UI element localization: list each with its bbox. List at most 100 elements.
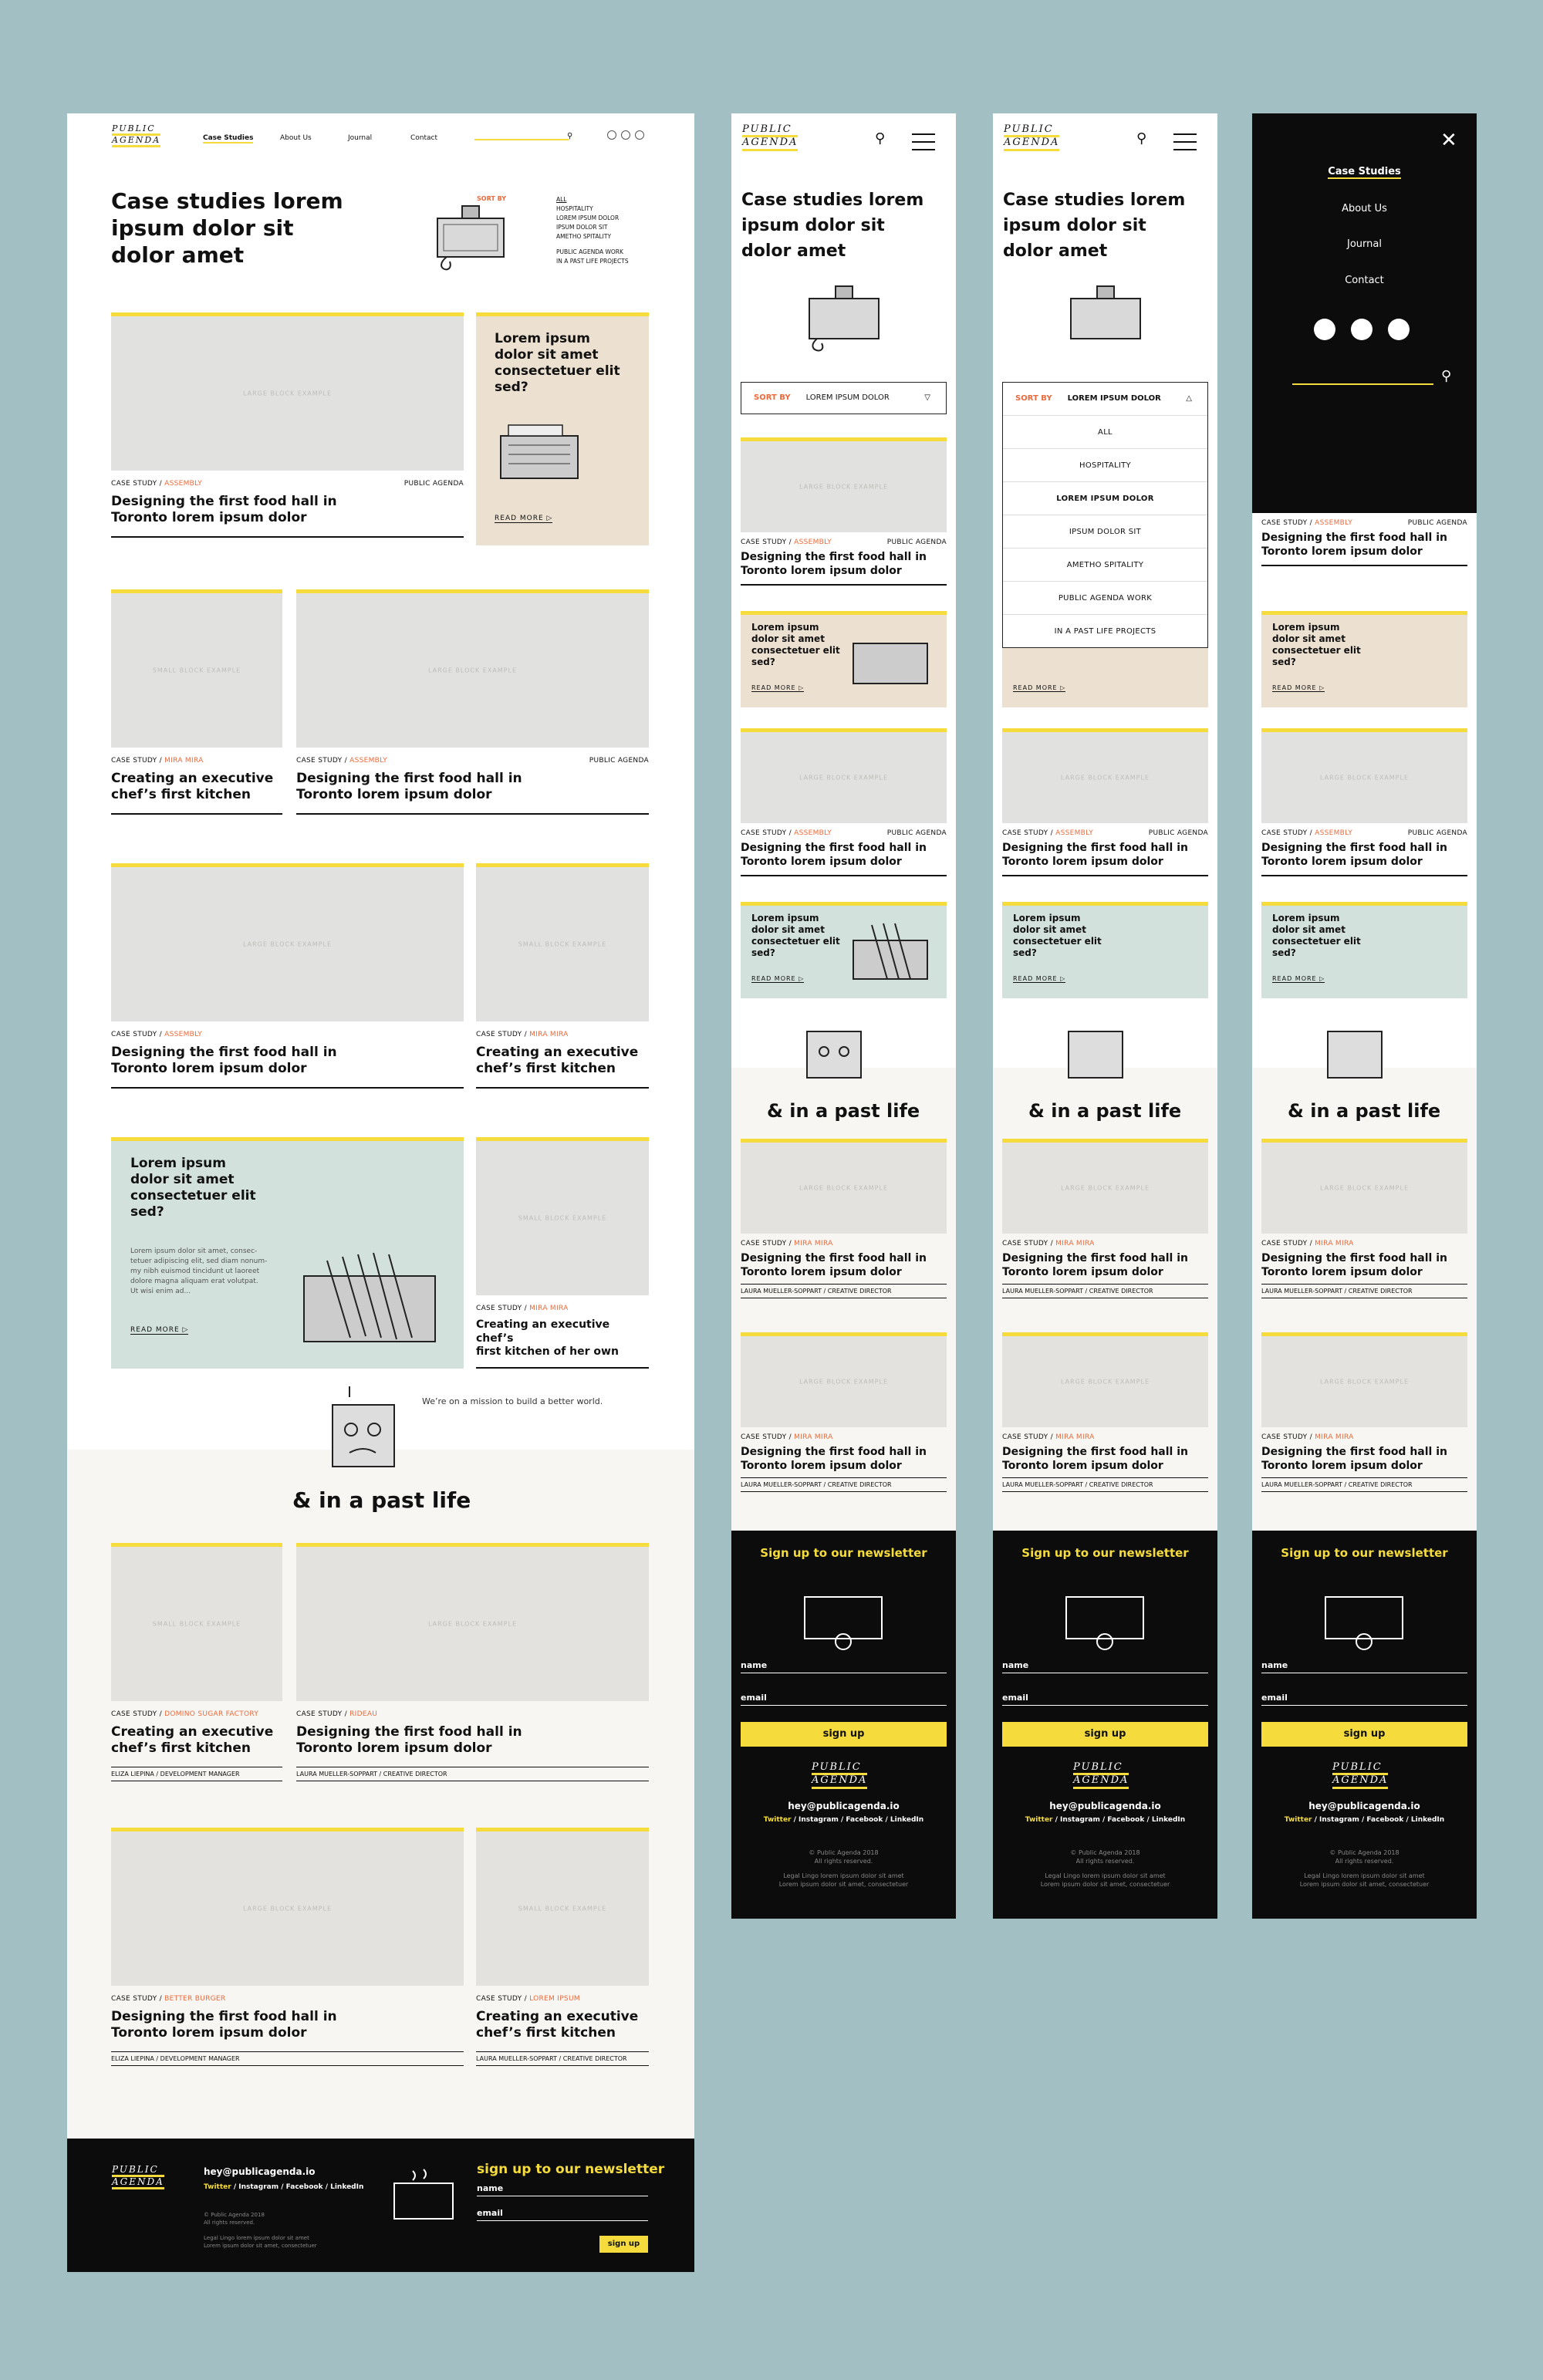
case-card[interactable]: LARGE BLOCK EXAMPLE CASE STUDY / MIRA MI… [1261, 1139, 1467, 1298]
sort-options[interactable]: ALL HOSPITALITY LOREM IPSUM DOLOR IPSUM … [556, 195, 629, 266]
menu-item-case-studies[interactable]: Case Studies [1252, 166, 1477, 179]
dropdown-option[interactable]: PUBLIC AGENDA WORK [1003, 581, 1207, 614]
menu-item-about[interactable]: About Us [1252, 203, 1477, 214]
promo-card[interactable]: Lorem ipsum dolor sit amet consectetuer el… [1002, 902, 1208, 998]
case-card[interactable]: SMALL BLOCK EXAMPLE CASE STUDY / LOREM I… [476, 1828, 649, 2066]
read-more-link[interactable]: READ MORE ▷ [1272, 975, 1325, 983]
close-icon[interactable]: ✕ [1440, 129, 1457, 152]
newsletter-name-input[interactable]: name [477, 2183, 648, 2196]
footer-socials[interactable]: Twitter / Instagram / Facebook / LinkedI… [204, 2183, 363, 2191]
nav-contact[interactable]: Contact [410, 134, 437, 142]
case-card[interactable]: LARGE BLOCK EXAMPLE CASE STUDY / MIRA MI… [1002, 1139, 1208, 1298]
signup-button[interactable]: sign up [741, 1722, 947, 1747]
case-card[interactable]: LARGE BLOCK EXAMPLE CASE STUDY / MIRA MI… [741, 1139, 947, 1298]
sort-option[interactable]: AMETHO SPITALITY [556, 232, 629, 241]
newsletter-email-input[interactable]: email [1261, 1693, 1467, 1706]
case-card[interactable]: LARGE BLOCK EXAMPLE CASE STUDY / ASSEMBL… [741, 437, 947, 586]
footer-socials[interactable]: Twitter / Instagram / Facebook / LinkedI… [731, 1816, 956, 1824]
case-card[interactable]: LARGE BLOCK EXAMPLE CASE STUDY / ASSEMBL… [296, 589, 649, 815]
case-card[interactable]: SMALL BLOCK EXAMPLE CASE STUDY / MIRA MI… [476, 1137, 649, 1369]
footer-socials[interactable]: Twitter / Instagram / Facebook / LinkedI… [1252, 1816, 1477, 1824]
menu-item-contact[interactable]: Contact [1252, 275, 1477, 286]
newsletter-email-input[interactable]: email [741, 1693, 947, 1706]
dropdown-option[interactable]: IPSUM DOLOR SIT [1003, 515, 1207, 548]
social-icon-3[interactable] [635, 130, 644, 140]
case-card[interactable]: SMALL BLOCK EXAMPLE CASE STUDY / MIRA MI… [476, 863, 649, 1089]
nav-case-studies[interactable]: Case Studies [203, 134, 254, 143]
case-card[interactable]: LARGE BLOCK EXAMPLE CASE STUDY / MIRA MI… [1002, 1332, 1208, 1492]
footer-logo[interactable]: PUBLIC AGENDA [1332, 1761, 1389, 1789]
footer-logo[interactable]: PUBLIC AGENDA [1073, 1761, 1129, 1789]
sort-option[interactable]: IN A PAST LIFE PROJECTS [556, 257, 629, 266]
social-icon-3[interactable] [1388, 319, 1410, 340]
social-icon-2[interactable] [621, 130, 630, 140]
nav-about[interactable]: About Us [280, 134, 312, 142]
case-card[interactable]: SMALL BLOCK EXAMPLE CASE STUDY / DOMINO … [111, 1543, 282, 1781]
search-icon[interactable]: ⚲ [1136, 130, 1146, 147]
promo-card[interactable]: Lorem ipsum dolor sit amet consectetuer el… [1261, 611, 1467, 707]
search-icon[interactable]: ⚲ [1441, 368, 1451, 384]
promo-card[interactable]: Lorem ipsum dolor sit amet consectetuer el… [741, 902, 947, 998]
menu-icon[interactable] [1173, 133, 1197, 157]
read-more-link[interactable]: READ MORE ▷ [751, 975, 805, 983]
signup-button[interactable]: sign up [1261, 1722, 1467, 1747]
search-input[interactable] [474, 139, 569, 140]
dropdown-option[interactable]: ALL [1003, 415, 1207, 448]
case-card[interactable]: LARGE BLOCK EXAMPLE CASE STUDY / ASSEMBL… [1261, 728, 1467, 876]
case-card[interactable]: LARGE BLOCK EXAMPLE CASE STUDY / ASSEMBL… [1002, 728, 1208, 876]
newsletter-email-input[interactable]: email [1002, 1693, 1208, 1706]
social-icon-1[interactable] [607, 130, 616, 140]
promo-card[interactable]: Lorem ipsum dolor sit amet consectetuer el… [1261, 902, 1467, 998]
dropdown-option[interactable]: AMETHO SPITALITY [1003, 548, 1207, 581]
promo-card[interactable]: Lorem ipsum dolor sit amet consectetuer el… [476, 312, 649, 545]
footer-email[interactable]: hey@publicagenda.io [993, 1801, 1217, 1811]
footer-email[interactable]: hey@publicagenda.io [204, 2166, 316, 2177]
case-card[interactable]: LARGE BLOCK EXAMPLE CASE STUDY / BETTER … [111, 1828, 464, 2066]
read-more-link[interactable]: READ MORE ▷ [1272, 684, 1325, 692]
case-card[interactable]: LARGE BLOCK EXAMPLE CASE STUDY / ASSEMBL… [111, 312, 464, 538]
footer-logo[interactable]: PUBLIC AGENDA [812, 1761, 868, 1789]
menu-item-journal[interactable]: Journal [1252, 238, 1477, 250]
logo[interactable]: PUBLIC AGENDA [742, 123, 799, 151]
read-more-link[interactable]: READ MORE ▷ [495, 515, 553, 523]
newsletter-name-input[interactable]: name [1261, 1660, 1467, 1673]
logo[interactable]: PUBLIC AGENDA [1004, 123, 1060, 151]
read-more-link[interactable]: READ MORE ▷ [130, 1326, 189, 1335]
dropdown-option[interactable]: HOSPITALITY [1003, 448, 1207, 481]
read-more-link[interactable]: READ MORE ▷ [1013, 975, 1066, 983]
sort-option[interactable]: PUBLIC AGENDA WORK [556, 248, 629, 257]
promo-card[interactable]: Lorem ipsum dolor sit amet consectetuer el… [741, 611, 947, 707]
signup-button[interactable]: sign up [1002, 1722, 1208, 1747]
read-more-link[interactable]: READ MORE ▷ [751, 684, 805, 692]
search-icon[interactable]: ⚲ [875, 130, 885, 147]
signup-button[interactable]: sign up [599, 2236, 648, 2253]
newsletter-name-input[interactable]: name [741, 1660, 947, 1673]
dropdown-option-selected[interactable]: LOREM IPSUM DOLOR [1003, 481, 1207, 515]
menu-icon[interactable] [912, 133, 935, 157]
search-icon[interactable]: ⚲ [567, 132, 572, 140]
dropdown-option[interactable]: IN A PAST LIFE PROJECTS [1003, 614, 1207, 647]
menu-search-input[interactable] [1292, 383, 1433, 385]
social-icon-1[interactable] [1314, 319, 1335, 340]
social-icon-2[interactable] [1351, 319, 1372, 340]
footer-email[interactable]: hey@publicagenda.io [731, 1801, 956, 1811]
case-card[interactable]: LARGE BLOCK EXAMPLE CASE STUDY / MIRA MI… [1261, 1332, 1467, 1492]
sort-option[interactable]: LOREM IPSUM DOLOR [556, 214, 629, 223]
case-card[interactable]: LARGE BLOCK EXAMPLE CASE STUDY / RIDEAU … [296, 1543, 649, 1781]
case-card[interactable]: LARGE BLOCK EXAMPLE CASE STUDY / MIRA MI… [741, 1332, 947, 1492]
sort-dropdown[interactable]: SORT BY LOREM IPSUM DOLOR ▽ [741, 382, 947, 414]
newsletter-email-input[interactable]: email [477, 2208, 648, 2221]
case-card[interactable]: LARGE BLOCK EXAMPLE CASE STUDY / ASSEMBL… [741, 728, 947, 876]
case-card[interactable]: LARGE BLOCK EXAMPLE CASE STUDY / ASSEMBL… [111, 863, 464, 1089]
logo[interactable]: PUBLIC AGENDA [112, 123, 161, 148]
promo-card[interactable]: Lorem ipsum dolor sit amet consectetuer el… [111, 1137, 464, 1369]
footer-logo[interactable]: PUBLIC AGENDA [112, 2164, 164, 2190]
case-card[interactable]: CASE STUDY / ASSEMBLY PUBLIC AGENDA Desig… [1261, 513, 1467, 566]
footer-email[interactable]: hey@publicagenda.io [1252, 1801, 1477, 1811]
newsletter-name-input[interactable]: name [1002, 1660, 1208, 1673]
nav-journal[interactable]: Journal [348, 134, 372, 142]
sort-option-all[interactable]: ALL [556, 195, 629, 204]
sort-option[interactable]: IPSUM DOLOR SIT [556, 223, 629, 232]
footer-socials[interactable]: Twitter / Instagram / Facebook / LinkedI… [993, 1816, 1217, 1824]
case-card[interactable]: SMALL BLOCK EXAMPLE CASE STUDY / MIRA MI… [111, 589, 282, 815]
